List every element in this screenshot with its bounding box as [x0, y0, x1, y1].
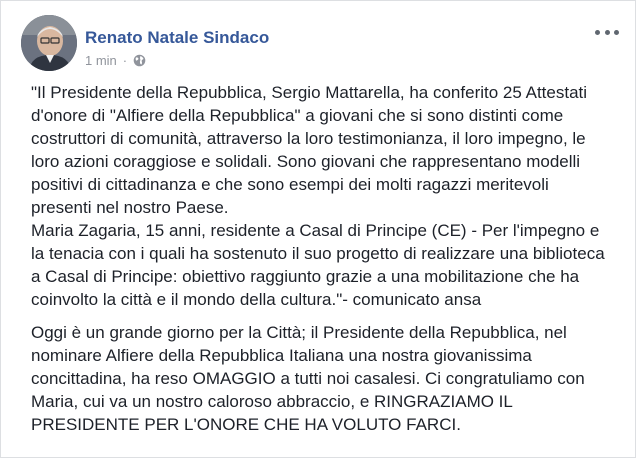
meta-separator: ·: [122, 53, 128, 68]
more-dot: [614, 29, 619, 35]
more-dot: [604, 29, 610, 35]
globe-icon[interactable]: [133, 54, 146, 67]
post-meta: 1 min ·: [85, 53, 146, 68]
avatar-image: [21, 15, 77, 71]
post-text-paragraph-1: "Il Presidente della Repubblica, Sergio …: [31, 83, 605, 309]
more-options-icon[interactable]: [595, 25, 619, 39]
author-name[interactable]: Renato Natale Sindaco: [85, 28, 269, 48]
post-header: Renato Natale Sindaco 1 min ·: [21, 15, 621, 71]
post-body: "Il Presidente della Repubblica, Sergio …: [31, 81, 621, 436]
author-avatar[interactable]: [21, 15, 77, 71]
post-timestamp[interactable]: 1 min: [85, 53, 117, 68]
post-card: Renato Natale Sindaco 1 min · "Il Presid…: [0, 0, 636, 458]
more-dot: [595, 29, 600, 35]
post-text-paragraph-2: Oggi è un grande giorno per la Città; il…: [31, 323, 585, 434]
